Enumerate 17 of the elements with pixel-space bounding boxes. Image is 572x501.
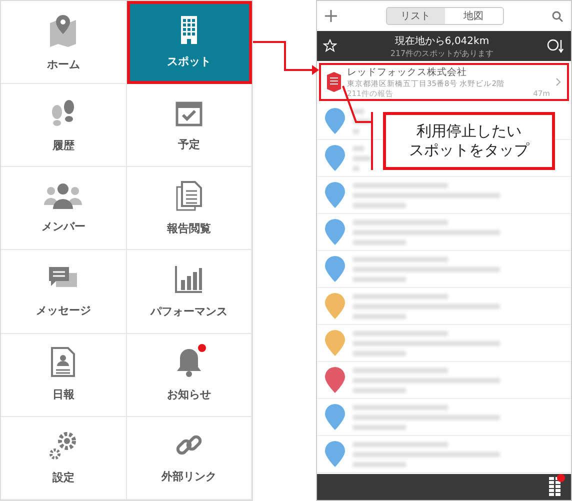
distance-title: 現在地から6,042km — [394, 34, 490, 48]
menu-label: スポット — [166, 54, 211, 69]
menu-label: 外部リンク — [161, 469, 216, 484]
menu-label: 設定 — [52, 470, 74, 486]
callout-text: 利用停止したい — [416, 122, 522, 141]
menu-label: 履歴 — [52, 138, 74, 153]
menu-label: ホーム — [46, 56, 80, 72]
menu-label: 予定 — [178, 136, 200, 152]
menu-label: お知らせ — [166, 387, 211, 402]
menu-label: 日報 — [52, 387, 74, 402]
spot-count: 217件のスポットがあります — [390, 48, 494, 58]
menu-label: メンバー — [41, 218, 86, 234]
callout-text: スポットをタップ — [409, 141, 529, 160]
menu-label: メッセージ — [36, 303, 91, 318]
menu-label: 報告閲覧 — [166, 220, 211, 236]
menu-label: パフォーマンス — [150, 304, 228, 320]
spot-name: レッドフォックス株式会社 — [347, 66, 468, 78]
